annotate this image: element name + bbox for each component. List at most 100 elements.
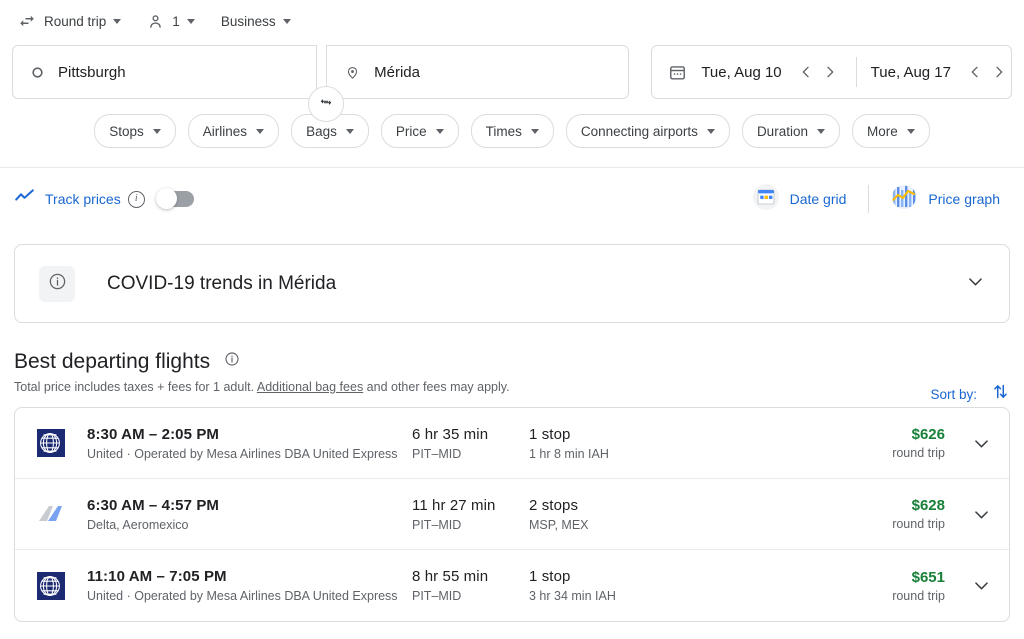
chevron-down-icon[interactable] bbox=[966, 272, 985, 296]
chevron-down-icon bbox=[282, 18, 291, 24]
filter-chips-bar: Stops Airlines Bags Price Times Connecti… bbox=[0, 99, 1024, 148]
calendar-icon bbox=[668, 63, 687, 82]
subtitle-text-after: and other fees may apply. bbox=[363, 380, 510, 394]
destination-input[interactable]: Mérida bbox=[326, 45, 630, 99]
flight-price-type: round trip bbox=[892, 517, 945, 531]
chevron-down-icon bbox=[706, 128, 715, 134]
expand-flight-button[interactable] bbox=[953, 434, 1009, 453]
track-prices-toggle[interactable] bbox=[155, 188, 194, 209]
filter-chip-label: Stops bbox=[109, 123, 144, 139]
sort-arrows-icon bbox=[991, 382, 1010, 406]
flight-duration-cell: 11 hr 27 min PIT–MID bbox=[412, 497, 529, 532]
filter-chip-label: Duration bbox=[756, 123, 808, 139]
cabin-class-label: Business bbox=[220, 13, 276, 29]
filter-chip-times[interactable]: Times bbox=[470, 114, 554, 148]
return-date-value: Tue, Aug 17 bbox=[870, 63, 951, 81]
flight-route: PIT–MID bbox=[412, 517, 462, 532]
chevron-down-icon bbox=[152, 128, 161, 134]
trip-type-selector[interactable]: Round trip bbox=[12, 7, 127, 35]
flight-schedule-cell: 11:10 AM – 7:05 PM United · Operated by … bbox=[87, 568, 412, 603]
flight-stops: 1 stop bbox=[529, 568, 571, 585]
date-grid-icon bbox=[752, 183, 779, 215]
table-row[interactable]: 8:30 AM – 2:05 PM United · Operated by M… bbox=[15, 408, 1009, 479]
subtitle-text-before: Total price includes taxes + fees for 1 … bbox=[14, 380, 257, 394]
filter-chip-label: Bags bbox=[306, 123, 337, 139]
location-pin-icon bbox=[345, 65, 360, 80]
flight-price-cell: $626 round trip bbox=[892, 426, 953, 460]
flight-price: $628 bbox=[911, 497, 945, 514]
flight-route: PIT–MID bbox=[412, 446, 462, 461]
flight-stop-detail: MSP, MEX bbox=[529, 517, 589, 532]
multi-airline-logo bbox=[15, 503, 87, 525]
flight-price-type: round trip bbox=[892, 446, 945, 460]
passengers-selector[interactable]: 1 bbox=[141, 7, 201, 35]
page-title: Best departing flights bbox=[14, 350, 211, 373]
return-prev-day-button[interactable] bbox=[963, 60, 987, 84]
circle-icon bbox=[31, 66, 44, 79]
trip-type-label: Round trip bbox=[44, 13, 107, 29]
flight-stop-detail: 3 hr 34 min IAH bbox=[529, 589, 616, 603]
track-prices-control[interactable]: Track prices i bbox=[14, 186, 194, 212]
additional-bag-fees-link[interactable]: Additional bag fees bbox=[257, 380, 363, 394]
flight-price-type: round trip bbox=[892, 588, 945, 603]
depart-prev-day-button[interactable] bbox=[794, 60, 818, 84]
track-prices-bar: Track prices i Date grid Price graph bbox=[0, 175, 1024, 223]
trip-options-bar: Round trip 1 Business bbox=[0, 0, 1024, 36]
sort-by-label: Sort by: bbox=[930, 386, 977, 402]
depart-next-day-button[interactable] bbox=[818, 60, 842, 84]
chevron-down-icon bbox=[256, 128, 265, 134]
expand-flight-button[interactable] bbox=[953, 576, 1009, 595]
swap-icon bbox=[318, 94, 334, 115]
flight-stop-detail: 1 hr 8 min IAH bbox=[529, 446, 609, 461]
filter-chip-airlines[interactable]: Airlines bbox=[187, 114, 280, 148]
filter-chip-duration[interactable]: Duration bbox=[741, 114, 840, 148]
filter-chip-label: More bbox=[866, 123, 898, 139]
covid-card-title: COVID-19 trends in Mérida bbox=[107, 272, 337, 294]
filter-chip-label: Times bbox=[485, 123, 522, 139]
flight-times: 8:30 AM – 2:05 PM bbox=[87, 425, 220, 443]
origin-value: Pittsburgh bbox=[58, 63, 126, 81]
price-graph-button[interactable]: Price graph bbox=[881, 184, 1010, 215]
return-date-segment[interactable]: Tue, Aug 17 bbox=[863, 46, 1011, 98]
person-icon bbox=[147, 13, 164, 30]
chevron-down-icon bbox=[816, 128, 825, 134]
view-tools: Date grid Price graph bbox=[743, 183, 1010, 215]
filter-chip-price[interactable]: Price bbox=[380, 114, 459, 148]
chevron-down-icon bbox=[435, 128, 444, 134]
date-grid-button[interactable]: Date grid bbox=[743, 183, 857, 215]
table-row[interactable]: 11:10 AM – 7:05 PM United · Operated by … bbox=[15, 550, 1009, 621]
flight-duration: 6 hr 35 min bbox=[412, 425, 489, 443]
united-airlines-logo bbox=[15, 571, 87, 600]
flight-price-cell: $651 round trip bbox=[892, 569, 953, 603]
filter-chip-stops[interactable]: Stops bbox=[94, 114, 176, 148]
flight-results-list: 8:30 AM – 2:05 PM United · Operated by M… bbox=[14, 407, 1010, 622]
info-icon[interactable]: i bbox=[127, 190, 145, 208]
filter-chip-connecting-airports[interactable]: Connecting airports bbox=[565, 114, 730, 148]
swap-horizontal-icon bbox=[18, 12, 36, 30]
filter-chip-more[interactable]: More bbox=[851, 114, 930, 148]
price-graph-label: Price graph bbox=[928, 191, 1000, 207]
swap-origin-destination-button[interactable] bbox=[308, 86, 344, 122]
chevron-down-icon bbox=[906, 128, 915, 134]
filter-chip-label: Connecting airports bbox=[580, 123, 698, 139]
table-row[interactable]: 6:30 AM – 4:57 PM Delta, Aeromexico 11 h… bbox=[15, 479, 1009, 550]
flight-duration-cell: 8 hr 55 min PIT–MID bbox=[412, 568, 529, 603]
covid-trends-card[interactable]: COVID-19 trends in Mérida bbox=[14, 244, 1010, 323]
return-next-day-button[interactable] bbox=[987, 60, 1011, 84]
date-range-picker[interactable]: Tue, Aug 10 Tue, Aug 17 bbox=[651, 45, 1012, 99]
flight-price: $626 bbox=[911, 426, 945, 443]
flight-airline: Delta, Aeromexico bbox=[87, 517, 189, 532]
sort-by-control[interactable]: Sort by: bbox=[930, 382, 1010, 406]
expand-flight-button[interactable] bbox=[953, 505, 1009, 524]
depart-date-value: Tue, Aug 10 bbox=[701, 63, 782, 81]
depart-date-segment[interactable]: Tue, Aug 10 bbox=[652, 46, 841, 98]
price-graph-icon bbox=[891, 184, 917, 215]
flight-schedule-cell: 6:30 AM – 4:57 PM Delta, Aeromexico bbox=[87, 497, 412, 532]
flight-stops-cell: 2 stops MSP, MEX bbox=[529, 497, 694, 532]
info-icon[interactable] bbox=[224, 351, 240, 372]
cabin-class-selector[interactable]: Business bbox=[215, 7, 297, 35]
origin-input[interactable]: Pittsburgh bbox=[12, 45, 318, 99]
filter-chip-label: Price bbox=[395, 123, 427, 139]
flight-duration-cell: 6 hr 35 min PIT–MID bbox=[412, 426, 529, 461]
trending-line-icon bbox=[14, 186, 35, 212]
